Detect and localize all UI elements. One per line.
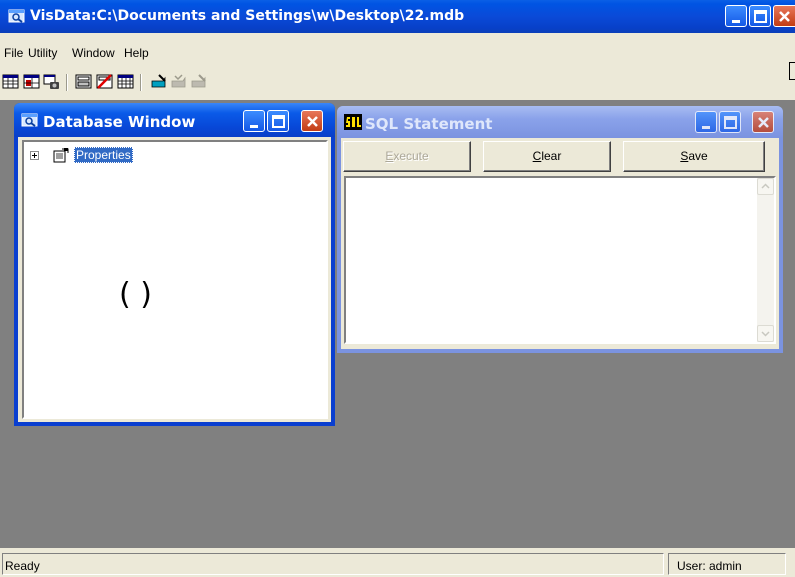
expand-icon[interactable]	[30, 151, 39, 160]
scroll-down-button[interactable]	[757, 325, 774, 342]
sql-close-button[interactable]	[752, 111, 774, 133]
rollback-icon	[191, 74, 206, 88]
chevron-up-icon	[761, 183, 770, 189]
begin-transaction-icon[interactable]	[150, 73, 167, 90]
minimize-button[interactable]	[725, 5, 747, 27]
no-data-control-icon[interactable]	[96, 73, 113, 90]
minimize-icon	[250, 125, 258, 128]
db-minimize-button[interactable]	[243, 110, 265, 132]
app-title-bar[interactable]: VisData:C:\Documents and Settings\w\Desk…	[0, 0, 795, 33]
commit-icon	[171, 74, 186, 88]
menu-bar: File Utility Window Help	[0, 33, 795, 63]
database-window-title-bar[interactable]: Database Window	[14, 103, 335, 137]
minimize-icon	[702, 126, 710, 129]
close-icon	[779, 11, 790, 22]
dynaset-type-icon[interactable]	[23, 73, 40, 90]
properties-icon	[53, 148, 69, 163]
grid-icon[interactable]	[117, 73, 134, 90]
clear-button[interactable]: Clear	[483, 141, 611, 172]
menu-help[interactable]: Help	[124, 46, 149, 60]
minimize-icon	[732, 20, 740, 23]
toolbar-separator	[140, 74, 142, 91]
visdata-app-icon[interactable]	[8, 8, 25, 28]
sql-window-title-bar[interactable]: SQL Statement	[337, 106, 783, 138]
maximize-button[interactable]	[749, 5, 771, 27]
sql-window-body: Execute Clear Save	[341, 138, 779, 349]
save-button[interactable]: Save	[623, 141, 765, 172]
execute-button[interactable]: Execute	[343, 141, 471, 172]
database-tree[interactable]: Properties ( )	[22, 140, 328, 419]
data-control-icon[interactable]	[75, 73, 92, 90]
chevron-down-icon	[761, 331, 770, 337]
table-type-icon[interactable]	[2, 73, 19, 90]
sql-text-area[interactable]	[344, 176, 776, 344]
status-panel-user: User: admin	[668, 553, 786, 575]
status-bar: Ready User: admin	[0, 548, 795, 577]
database-window-body: Properties ( )	[18, 137, 331, 422]
sql-minimize-button[interactable]	[695, 111, 717, 133]
status-panel-main: Ready	[2, 553, 664, 575]
close-button[interactable]	[773, 5, 795, 27]
db-close-button[interactable]	[301, 110, 323, 132]
toolbar-separator	[66, 74, 68, 91]
menu-window[interactable]: Window	[72, 46, 115, 60]
app-title: VisData:C:\Documents and Settings\w\Desk…	[30, 8, 465, 24]
maximize-icon	[724, 116, 737, 129]
vertical-scrollbar[interactable]	[757, 178, 774, 342]
sql-maximize-button[interactable]	[719, 111, 741, 133]
menu-utility[interactable]: Utility	[28, 46, 57, 60]
maximize-icon	[272, 115, 285, 128]
close-icon	[307, 116, 318, 127]
database-window: Database Window Properties ( )	[14, 103, 335, 426]
tree-item-label[interactable]: Properties	[74, 147, 133, 163]
status-user: User: admin	[677, 559, 742, 573]
scroll-up-button[interactable]	[757, 178, 774, 195]
database-window-icon[interactable]	[21, 112, 38, 132]
overlay-parentheses: ( )	[119, 277, 152, 312]
snapshot-type-icon[interactable]	[43, 73, 60, 90]
database-window-title: Database Window	[43, 113, 196, 131]
toolbar-divider	[0, 96, 795, 100]
toolbar	[0, 63, 795, 96]
status-text: Ready	[5, 559, 40, 573]
db-maximize-button[interactable]	[267, 110, 289, 132]
sql-icon[interactable]	[344, 114, 362, 133]
sql-statement-window: SQL Statement Execute Clear Save	[337, 106, 783, 353]
maximize-icon	[754, 10, 767, 23]
edge-marker	[789, 62, 795, 80]
sql-window-title: SQL Statement	[365, 115, 493, 133]
menu-file[interactable]: File	[4, 46, 23, 60]
close-icon	[758, 117, 769, 128]
